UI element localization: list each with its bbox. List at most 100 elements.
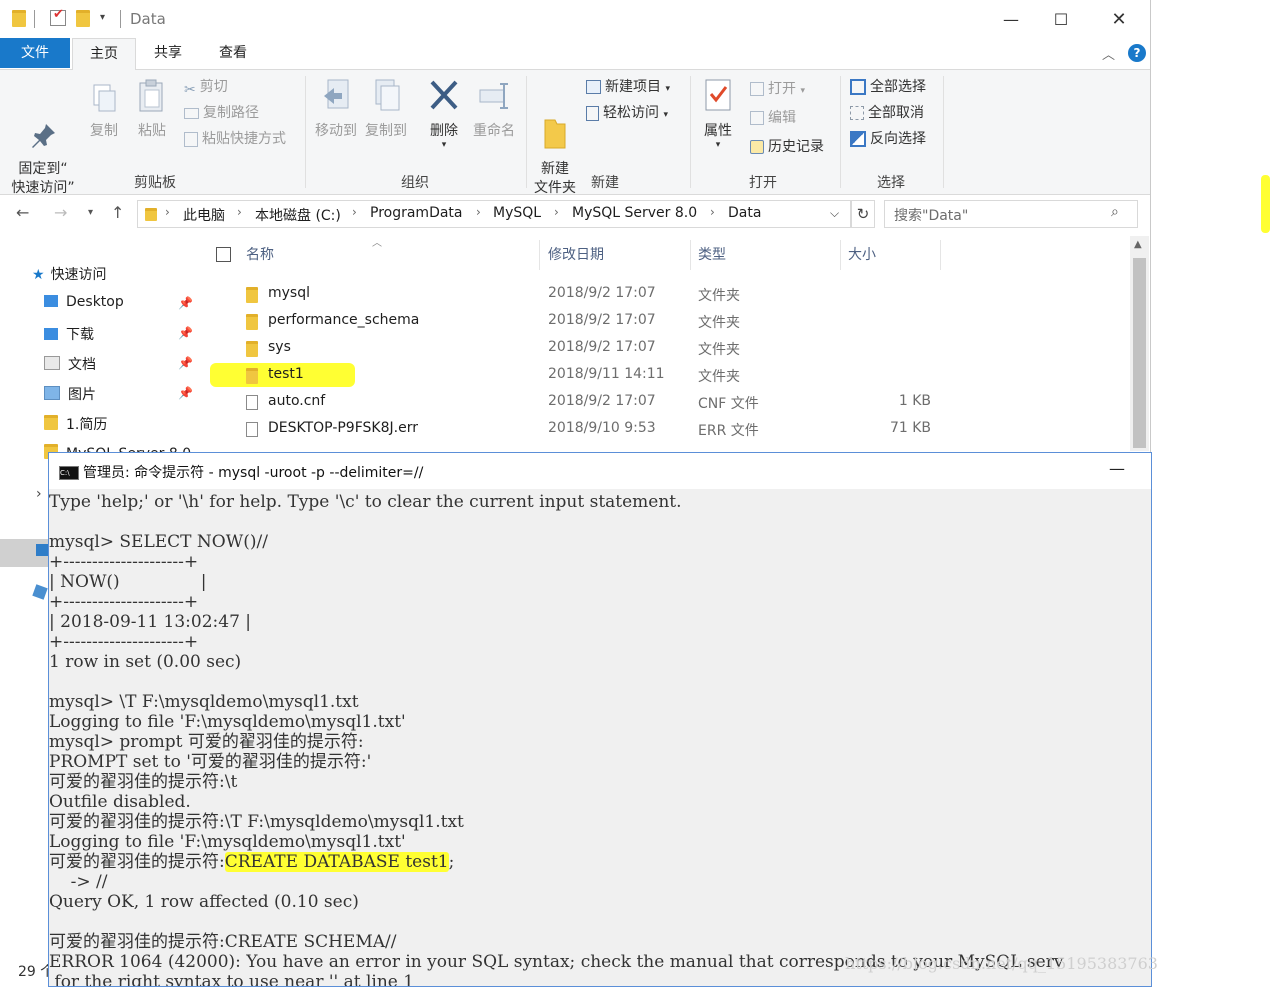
column-header-name[interactable]: 名称 [246, 244, 274, 264]
copy-to-label: 复制到 [365, 123, 407, 139]
copy-path-button[interactable]: 复制路径 [184, 102, 259, 124]
delete-button[interactable]: 删除 ▾ [424, 78, 464, 150]
minimize-button[interactable]: — [1109, 459, 1125, 478]
file-row[interactable]: DESKTOP-P9FSK8J.err 2018/9/10 9:53 ERR 文… [199, 415, 1129, 442]
open-icon [750, 82, 764, 96]
copy-button[interactable]: 复制 [84, 82, 124, 141]
file-row-highlighted[interactable]: test1 2018/9/11 14:11 文件夹 [199, 361, 1129, 388]
tab-home[interactable]: 主页 [72, 38, 136, 70]
file-row[interactable]: auto.cnf 2018/9/2 17:07 CNF 文件 1 KB [199, 388, 1129, 415]
nav-label: 图片 [68, 387, 96, 403]
tab-file[interactable]: 文件 [0, 38, 70, 68]
close-button[interactable]: ✕ [1096, 4, 1142, 34]
scroll-up-arrow-icon[interactable]: ▲ [1134, 239, 1142, 250]
copy-to-button[interactable]: 复制到 [362, 78, 410, 141]
select-group-label: 选择 [877, 175, 905, 191]
pin-icon[interactable]: 📌 [178, 386, 193, 400]
move-to-button[interactable]: 移动到 [312, 78, 360, 141]
edit-button[interactable]: 编辑 [750, 107, 796, 129]
pin-icon[interactable]: 📌 [178, 356, 193, 370]
breadcrumb-data[interactable]: Data [728, 205, 761, 221]
nav-item-documents[interactable]: 文档 [44, 354, 96, 374]
console-line: | 2018-09-11 13:02:47 | [49, 612, 252, 632]
file-modified: 2018/9/2 17:07 [548, 339, 656, 355]
tab-view[interactable]: 查看 [202, 38, 264, 68]
paste-button[interactable]: 粘贴 [132, 78, 172, 141]
breadcrumb-programdata[interactable]: ProgramData [370, 205, 463, 221]
pin-to-quick-access-button[interactable]: 固定到“ 快速访问” [8, 82, 78, 198]
select-all-button[interactable]: 全部选择 [850, 76, 926, 98]
recent-locations-chevron-icon[interactable]: ▾ [88, 207, 93, 218]
collapse-ribbon-icon[interactable]: ︿ [1102, 44, 1115, 63]
paste-shortcut-button[interactable]: 粘贴快捷方式 [184, 128, 286, 150]
file-row[interactable]: sys 2018/9/2 17:07 文件夹 [199, 334, 1129, 361]
clipboard-group-label: 剪贴板 [134, 175, 176, 191]
minimize-button[interactable]: — [988, 4, 1034, 34]
maximize-button[interactable]: ☐ [1038, 4, 1084, 34]
properties-quick-icon[interactable]: ✔ [50, 7, 66, 26]
select-none-button[interactable]: 全部取消 [850, 102, 924, 124]
address-dropdown-chevron-icon[interactable]: ⌵ [830, 206, 839, 221]
pin-icon[interactable]: 📌 [178, 326, 193, 340]
documents-folder-icon [44, 356, 60, 370]
cut-button[interactable]: ✂ 剪切 [184, 76, 228, 98]
help-icon[interactable]: ? [1128, 44, 1146, 62]
nav-item-resume[interactable]: 1.简历 [44, 414, 107, 434]
nav-item-pictures[interactable]: 图片 [44, 384, 96, 404]
rename-button[interactable]: 重命名 [470, 78, 518, 141]
console-line: mysql> prompt 可爱的翟羽佳的提示符: [49, 732, 364, 752]
copy-icon [88, 82, 120, 114]
breadcrumb-local-disk[interactable]: 本地磁盘 (C:) [255, 205, 341, 225]
file-row[interactable]: performance_schema 2018/9/2 17:07 文件夹 [199, 307, 1129, 334]
column-header-modified[interactable]: 修改日期 [548, 244, 604, 264]
invert-selection-button[interactable]: 反向选择 [850, 128, 926, 150]
command-terminator: ; [448, 852, 455, 872]
file-icon [246, 422, 258, 437]
tab-share[interactable]: 共享 [138, 38, 198, 68]
new-folder-icon [539, 97, 571, 149]
breadcrumb-this-pc[interactable]: 此电脑 [183, 205, 225, 225]
address-bar[interactable]: › 此电脑 › 本地磁盘 (C:) › ProgramData › MySQL … [137, 200, 851, 228]
back-arrow-icon[interactable]: ← [16, 203, 29, 222]
new-item-button[interactable]: 新建项目 ▾ [586, 76, 670, 98]
star-icon: ★ [32, 267, 45, 283]
easy-access-button[interactable]: 轻松访问 ▾ [586, 102, 668, 124]
refresh-icon[interactable]: ↻ [851, 200, 875, 228]
forward-arrow-icon[interactable]: → [54, 203, 67, 222]
console-line: PROMPT set to '可爱的翟羽佳的提示符:' [49, 752, 372, 772]
breadcrumb-mysql-server[interactable]: MySQL Server 8.0 [572, 205, 697, 221]
customize-toolbar-icon[interactable]: ▾ [100, 12, 105, 23]
pin-icon[interactable]: 📌 [178, 296, 193, 310]
command-prompt-window[interactable]: C:\ 管理员: 命令提示符 - mysql -uroot -p --delim… [48, 452, 1152, 987]
history-button[interactable]: 历史记录 [750, 136, 824, 158]
easy-access-label: 轻松访问 [603, 105, 659, 121]
file-row[interactable]: mysql 2018/9/2 17:07 文件夹 [199, 280, 1129, 307]
column-header-size[interactable]: 大小 [848, 244, 876, 264]
up-arrow-icon[interactable]: ↑ [111, 203, 124, 222]
rename-label: 重命名 [473, 123, 515, 139]
folder-icon [246, 341, 258, 357]
nav-item-desktop[interactable]: Desktop [44, 294, 124, 310]
column-header-type[interactable]: 类型 [698, 244, 726, 264]
new-folder-quick-icon[interactable] [76, 10, 90, 27]
nav-item-quick-access[interactable]: ★ 快速访问 [32, 264, 107, 284]
open-button[interactable]: 打开 ▾ [750, 78, 805, 100]
properties-button[interactable]: 属性 ▾ [698, 78, 738, 150]
new-item-label: 新建项目 [605, 79, 661, 95]
copy-to-icon [370, 78, 402, 114]
copy-path-label: 复制路径 [203, 105, 259, 121]
scrollbar-thumb[interactable] [1133, 258, 1146, 448]
file-name: DESKTOP-P9FSK8J.err [268, 420, 418, 436]
console-line: Logging to file 'F:\mysqldemo\mysql1.txt… [49, 712, 406, 732]
pin-icon [27, 101, 59, 148]
expand-chevron-icon[interactable]: › [36, 486, 42, 502]
search-icon[interactable]: ⌕ [1111, 204, 1119, 220]
vertical-scrollbar[interactable]: ▲ [1130, 236, 1149, 451]
console-line: | NOW() | [49, 572, 207, 592]
nav-item-downloads[interactable]: 下载 [44, 324, 94, 344]
breadcrumb-mysql[interactable]: MySQL [493, 205, 541, 221]
search-box[interactable]: 搜索"Data" ⌕ [884, 200, 1138, 228]
console-output[interactable]: Type 'help;' or '\h' for help. Type '\c'… [49, 490, 1151, 986]
this-pc-icon [36, 544, 48, 556]
select-all-checkbox[interactable] [216, 247, 231, 262]
